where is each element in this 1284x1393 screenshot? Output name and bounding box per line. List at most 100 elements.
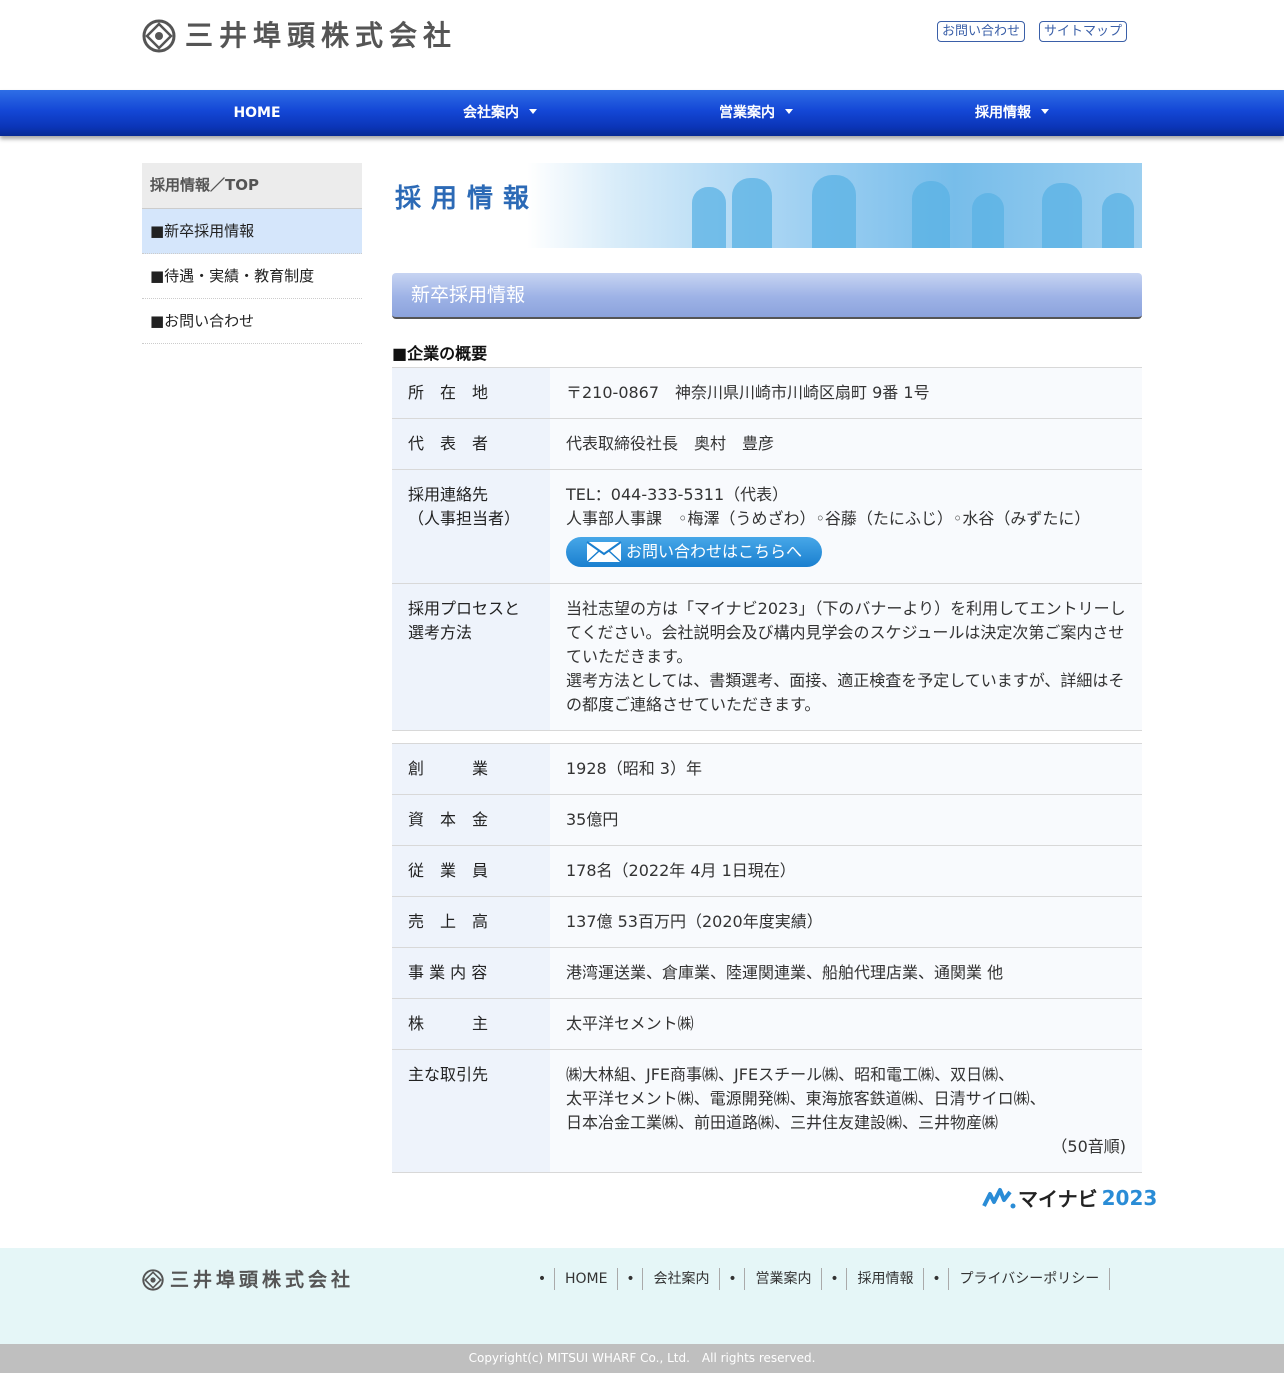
bullet-icon: •: [830, 1271, 839, 1287]
company-emblem-icon: [142, 19, 176, 53]
info-key: 株 主: [392, 998, 550, 1050]
banner-person-silhouette: [1042, 183, 1082, 248]
company-info-table-1: 所 在 地 〒210-0867 神奈川県川崎市川崎区扇町 9番 1号 代 表 者…: [392, 367, 1142, 731]
info-value: 1928（昭和 3）年: [550, 743, 1142, 795]
banner-person-silhouette: [692, 187, 726, 248]
info-key: 採用連絡先 （人事担当者）: [392, 469, 550, 584]
bullet-icon: •: [932, 1271, 941, 1287]
info-value: 当社志望の方は「マイナビ2023」（下のバナーより）を利用してエントリーしてくだ…: [550, 583, 1142, 731]
bullet-icon: •: [728, 1271, 737, 1287]
info-key: 事 業 内 容: [392, 947, 550, 999]
footer-nav: • HOME • 会社案内 • 営業案内 • 採用情報 • プライバシーポリシー: [530, 1268, 1111, 1290]
info-key: 創 業: [392, 743, 550, 795]
contact-button-label: お問い合わせはこちらへ: [626, 542, 803, 561]
table-row: 所 在 地 〒210-0867 神奈川県川崎市川崎区扇町 9番 1号: [392, 367, 1142, 419]
banner-person-silhouette: [732, 178, 772, 248]
process-key-line2: 選考方法: [408, 623, 473, 642]
footer: 三井埠頭株式会社 • HOME • 会社案内 • 営業案内 • 採用情報 • プ…: [0, 1248, 1284, 1344]
info-key: 所 在 地: [392, 367, 550, 419]
process-text-1: 当社志望の方は「マイナビ2023」（下のバナーより）を利用してエントリーしてくだ…: [566, 599, 1126, 666]
footer-link-company[interactable]: 会社案内: [642, 1268, 721, 1290]
company-info-table-2: 創 業 1928（昭和 3）年 資 本 金 35億円 従 業 員 178名（20…: [392, 743, 1142, 1173]
bullet-icon: •: [626, 1271, 635, 1287]
section-title: 新卒採用情報: [392, 273, 1142, 319]
info-value: 太平洋セメント㈱: [550, 998, 1142, 1050]
banner-person-silhouette: [1102, 193, 1134, 248]
page: 三井埠頭株式会社 お問い合わせ サイトマップ HOME 会社案内 営業案内 採用…: [0, 0, 1284, 1393]
table-row: 株 主 太平洋セメント㈱: [392, 998, 1142, 1050]
nav-home-label: HOME: [233, 105, 281, 121]
global-nav: HOME 会社案内 営業案内 採用情報: [0, 90, 1284, 136]
mail-icon: [586, 541, 622, 563]
sidebar-item-contact[interactable]: ■お問い合わせ: [142, 299, 362, 344]
banner-title: 採用情報: [395, 184, 540, 214]
nav-business[interactable]: 営業案内: [656, 90, 856, 136]
contact-persons: 人事部人事課 ◦梅澤（うめざわ）◦谷藤（たにふじ）◦水谷（みずたに）: [566, 509, 1091, 528]
banner-person-silhouette: [972, 193, 1004, 248]
info-value: TEL：044-333-5311（代表） 人事部人事課 ◦梅澤（うめざわ）◦谷藤…: [550, 469, 1142, 584]
copyright: Copyright(c) MITSUI WHARF Co., Ltd. All …: [0, 1344, 1284, 1373]
footer-link-business[interactable]: 営業案内: [744, 1268, 823, 1290]
info-key: 主な取引先: [392, 1049, 550, 1173]
info-value: 代表取締役社長 奥村 豊彦: [550, 418, 1142, 470]
footer-link-home[interactable]: HOME: [554, 1268, 619, 1290]
footer-company-name: 三井埠頭株式会社: [170, 1269, 355, 1291]
table-row: 資 本 金 35億円: [392, 794, 1142, 846]
partners-line-3: 日本冶金工業㈱、前田道路㈱、三井住友建設㈱、三井物産㈱: [566, 1113, 999, 1132]
main-content: 採用情報 新卒採用情報 ■企業の概要 所 在 地 〒210-0867 神奈川県川…: [392, 163, 1142, 1173]
info-value: 178名（2022年 4月 1日現在）: [550, 845, 1142, 897]
info-key: 採用プロセスと 選考方法: [392, 583, 550, 731]
info-value: 35億円: [550, 794, 1142, 846]
info-value: ㈱大林組、JFE商事㈱、JFEスチール㈱、昭和電工㈱、双日㈱、 太平洋セメント㈱…: [550, 1049, 1142, 1173]
nav-company[interactable]: 会社案内: [400, 90, 600, 136]
footer-logo[interactable]: 三井埠頭株式会社: [142, 1268, 354, 1292]
banner-person-silhouette: [812, 175, 856, 248]
header-links: お問い合わせ サイトマップ: [937, 21, 1128, 42]
footer-link-privacy[interactable]: プライバシーポリシー: [948, 1268, 1111, 1290]
mynavi-banner-link[interactable]: マイナビ 2023: [982, 1183, 1157, 1212]
table-row: 従 業 員 178名（2022年 4月 1日現在）: [392, 845, 1142, 897]
sidebar-head-recruit-top[interactable]: 採用情報／TOP: [142, 163, 362, 209]
chevron-down-icon: [785, 108, 793, 114]
header-sitemap-link[interactable]: サイトマップ: [1039, 21, 1128, 42]
mynavi-name: マイナビ: [1018, 1187, 1098, 1211]
mynavi-year: 2023: [1101, 1185, 1158, 1210]
process-text-2: 選考方法としては、書類選考、面接、適正検査を予定していますが、詳細はその都度ご連…: [566, 671, 1125, 714]
contact-button[interactable]: お問い合わせはこちらへ: [566, 537, 823, 567]
info-value: 港湾運送業、倉庫業、陸運関連業、船舶代理店業、通関業 他: [550, 947, 1142, 999]
table-row: 事 業 内 容 港湾運送業、倉庫業、陸運関連業、船舶代理店業、通関業 他: [392, 947, 1142, 999]
chevron-down-icon: [529, 108, 537, 114]
info-value: 137億 53百万円（2020年度実績）: [550, 896, 1142, 948]
table-row: 代 表 者 代表取締役社長 奥村 豊彦: [392, 418, 1142, 470]
sidebar-item-benefits[interactable]: ■待遇・実績・教育制度: [142, 254, 362, 299]
info-key: 資 本 金: [392, 794, 550, 846]
contact-key-line2: （人事担当者）: [408, 509, 521, 528]
footer-link-recruit[interactable]: 採用情報: [846, 1268, 925, 1290]
sidebar-item-new-graduate[interactable]: ■新卒採用情報: [142, 209, 362, 254]
company-logo[interactable]: 三井埠頭株式会社: [142, 18, 457, 54]
sidebar: 採用情報／TOP ■新卒採用情報 ■待遇・実績・教育制度 ■お問い合わせ: [142, 163, 362, 344]
info-value: 〒210-0867 神奈川県川崎市川崎区扇町 9番 1号: [550, 367, 1142, 419]
contact-key-line1: 採用連絡先: [408, 485, 489, 504]
nav-home[interactable]: HOME: [142, 90, 372, 136]
recruit-banner: 採用情報: [392, 163, 1142, 248]
company-emblem-icon: [142, 1269, 164, 1291]
table-row: 採用連絡先 （人事担当者） TEL：044-333-5311（代表） 人事部人事…: [392, 469, 1142, 584]
header-contact-link[interactable]: お問い合わせ: [937, 21, 1026, 42]
contact-tel: TEL：044-333-5311（代表）: [566, 485, 789, 504]
nav-recruit-label: 採用情報: [975, 105, 1031, 121]
mynavi-logo-icon: [982, 1187, 1016, 1208]
overview-title: ■企業の概要: [392, 344, 488, 363]
table-row: 採用プロセスと 選考方法 当社志望の方は「マイナビ2023」（下のバナーより）を…: [392, 583, 1142, 731]
header: 三井埠頭株式会社 お問い合わせ サイトマップ: [0, 0, 1284, 90]
nav-recruit[interactable]: 採用情報: [912, 90, 1112, 136]
table-row: 創 業 1928（昭和 3）年: [392, 743, 1142, 795]
partners-line-1: ㈱大林組、JFE商事㈱、JFEスチール㈱、昭和電工㈱、双日㈱、: [566, 1065, 1015, 1084]
company-name: 三井埠頭株式会社: [185, 19, 458, 52]
info-key: 売 上 高: [392, 896, 550, 948]
nav-company-label: 会社案内: [463, 105, 519, 121]
bullet-icon: •: [537, 1271, 547, 1287]
banner-person-silhouette: [912, 181, 950, 248]
process-key-line1: 採用プロセスと: [408, 599, 521, 618]
info-key: 代 表 者: [392, 418, 550, 470]
